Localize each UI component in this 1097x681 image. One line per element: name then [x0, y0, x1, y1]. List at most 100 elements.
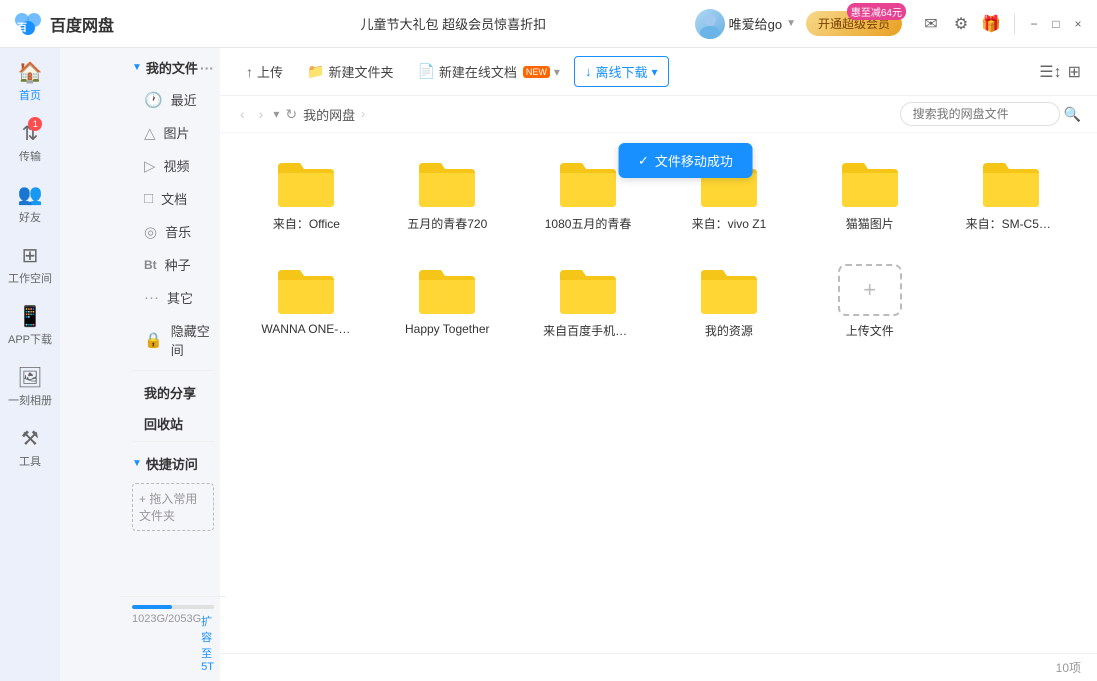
sidebar-label-other: 其它	[167, 288, 193, 307]
storage-bar-fill	[132, 605, 172, 609]
folder-icon-f6	[979, 157, 1043, 209]
friends-icon: 👥	[18, 182, 43, 207]
quick-access-add[interactable]: + 拖入常用文件夹	[132, 483, 214, 531]
sort-icon[interactable]: ☰↕	[1039, 62, 1061, 82]
content-area: ↑ 上传 📁 新建文件夹 📄 新建在线文档 NEW ▾ ↓ 离线下载 ▾ ☰↕ …	[220, 48, 1097, 681]
folder-icon-f2	[415, 157, 479, 209]
view-toggle-icon[interactable]: ⊞	[1068, 62, 1081, 82]
forward-button[interactable]: ›	[255, 104, 268, 124]
folder-item-f5[interactable]: 猫猫图片	[803, 149, 936, 240]
sidebar-item-other[interactable]: ··· 其它	[120, 281, 226, 314]
sidebar-item-recent[interactable]: 🕐 最近	[120, 83, 226, 116]
upload-placeholder[interactable]: + 上传文件	[803, 256, 936, 347]
search-input[interactable]	[900, 102, 1060, 126]
folder-item-f6[interactable]: 来自：SM-C5000	[944, 149, 1077, 240]
folder-item-f1[interactable]: 来自：Office	[240, 149, 373, 240]
nav-label-appdownload: APP下载	[8, 331, 52, 347]
avatar-area[interactable]: 唯爱给go ▼	[695, 9, 796, 39]
sidebar-item-docs[interactable]: □ 文档	[120, 182, 226, 215]
search-icon[interactable]: 🔍	[1064, 106, 1081, 123]
sidebar-item-tools[interactable]: ⚒ 工具	[4, 418, 56, 477]
new-doc-button[interactable]: 📄 新建在线文档 NEW ▾	[407, 57, 569, 86]
upload-button[interactable]: ↑ 上传	[236, 57, 293, 86]
folder-icon-f1	[274, 157, 338, 209]
folder-name-f10: 我的资源	[705, 322, 753, 339]
photos-icon: △	[144, 124, 156, 142]
sidebar-item-album[interactable]: 🖼 一刻相册	[4, 357, 56, 416]
folder-icon-f10	[697, 264, 761, 316]
nav-label-tools: 工具	[19, 453, 41, 469]
sidebar-item-workspace[interactable]: ⊞ 工作空间	[4, 235, 56, 294]
sidebar-divider-2	[132, 441, 214, 442]
sidebar-item-hidden[interactable]: 🔒 隐藏空间	[120, 314, 226, 366]
folder-name-f2: 五月的青春720	[407, 215, 487, 232]
maximize-button[interactable]: □	[1049, 17, 1063, 31]
back-button[interactable]: ‹	[236, 104, 249, 124]
folder-icon-f5	[838, 157, 902, 209]
folder-name-f3: 1080五月的青春	[545, 215, 632, 232]
sidebar-item-appdownload[interactable]: 📱 APP下载	[4, 296, 56, 355]
folder-item-f7[interactable]: WANNA ONE-1...	[240, 256, 373, 347]
folder-item-f8[interactable]: Happy Together	[381, 256, 514, 347]
sidebar-item-friends[interactable]: 👥 好友	[4, 174, 56, 233]
upload-box: +	[838, 264, 902, 316]
transfer-badge: 1	[28, 117, 42, 131]
sidebar-item-photos[interactable]: △ 图片	[120, 116, 226, 149]
topbar: 百 百度网盘 儿童节大礼包 超级会员惊喜折扣 唯爱给go ▼ 开通超级会员 惠至…	[0, 0, 1097, 48]
left-nav: 🏠 首页 ⇅ 1 传输 👥 好友 ⊞ 工作空间 📱 APP下载	[0, 48, 60, 681]
my-files-label: 我的文件	[146, 58, 198, 77]
offline-download-button[interactable]: ↓ 离线下载 ▾	[574, 56, 669, 87]
folder-icon-f8	[415, 264, 479, 316]
sidebar-item-music[interactable]: ◎ 音乐	[120, 215, 226, 248]
search-area: 🔍	[900, 102, 1081, 126]
upload-placeholder-label: 上传文件	[846, 322, 894, 339]
folder-icon-f3	[556, 157, 620, 209]
new-doc-dropdown-icon: ▾	[554, 65, 560, 79]
my-share-label[interactable]: 我的分享	[120, 375, 226, 406]
quick-access-header[interactable]: ▼ 快捷访问	[120, 446, 226, 477]
nav-label-workspace: 工作空间	[8, 270, 52, 286]
folder-item-f10[interactable]: 我的资源	[662, 256, 795, 347]
close-button[interactable]: ×	[1071, 17, 1085, 31]
folder-name-f8: Happy Together	[405, 322, 490, 336]
file-grid: ✓ 文件移动成功 来自：Office 五月的青春720 1	[220, 133, 1097, 653]
topbar-icons: ✉ ⚙ 🎁 − □ ×	[920, 13, 1085, 35]
sidebar-label-hidden: 隐藏空间	[171, 321, 214, 359]
gift-icon[interactable]: 🎁	[980, 13, 1002, 35]
folder-name-f5: 猫猫图片	[846, 215, 894, 232]
settings-icon[interactable]: ⚙	[950, 13, 972, 35]
refresh-button[interactable]: ↻	[285, 106, 297, 123]
sidebar-item-home[interactable]: 🏠 首页	[4, 52, 56, 111]
vip-button[interactable]: 开通超级会员 惠至减64元	[806, 11, 902, 36]
workspace-icon: ⊞	[22, 243, 39, 268]
sidebar-label-photos: 图片	[164, 123, 190, 142]
minimize-button[interactable]: −	[1027, 17, 1041, 31]
videos-icon: ▷	[144, 157, 156, 175]
transfer-badge-area: ⇅ 1	[22, 121, 39, 146]
nav-label-friends: 好友	[19, 209, 41, 225]
folder-name-f9: 来自百度手机浏...	[543, 322, 633, 339]
storage-expand-button[interactable]: 扩容至5T	[201, 613, 214, 673]
dropdown-arrow-icon: ▼	[786, 18, 796, 29]
storage-usage: 1023G/2053G	[132, 613, 201, 673]
other-icon: ···	[144, 289, 159, 306]
nav-label-album: 一刻相册	[8, 392, 52, 408]
breadcrumb-root[interactable]: 我的网盘	[303, 105, 355, 124]
logo-text: 百度网盘	[50, 12, 114, 36]
sidebar-item-bt[interactable]: Bt 种子	[120, 248, 226, 281]
docs-icon: □	[144, 190, 153, 207]
my-files-header[interactable]: ▼ 我的文件 ···	[120, 48, 226, 83]
home-icon: 🏠	[18, 60, 43, 85]
folder-icon-f9	[556, 264, 620, 316]
recycle-label[interactable]: 回收站	[120, 406, 226, 437]
mail-icon[interactable]: ✉	[920, 13, 942, 35]
file-count-label: 10项	[1056, 659, 1081, 676]
path-dropdown-icon[interactable]: ▾	[273, 107, 279, 121]
folder-item-f9[interactable]: 来自百度手机浏...	[522, 256, 655, 347]
sidebar-item-videos[interactable]: ▷ 视频	[120, 149, 226, 182]
folder-item-f2[interactable]: 五月的青春720	[381, 149, 514, 240]
new-folder-button[interactable]: 📁 新建文件夹	[297, 57, 403, 86]
upload-plus-icon: +	[863, 277, 876, 303]
sidebar-item-transfer[interactable]: ⇅ 1 传输	[4, 113, 56, 172]
main-layout: 🏠 首页 ⇅ 1 传输 👥 好友 ⊞ 工作空间 📱 APP下载	[0, 48, 1097, 681]
